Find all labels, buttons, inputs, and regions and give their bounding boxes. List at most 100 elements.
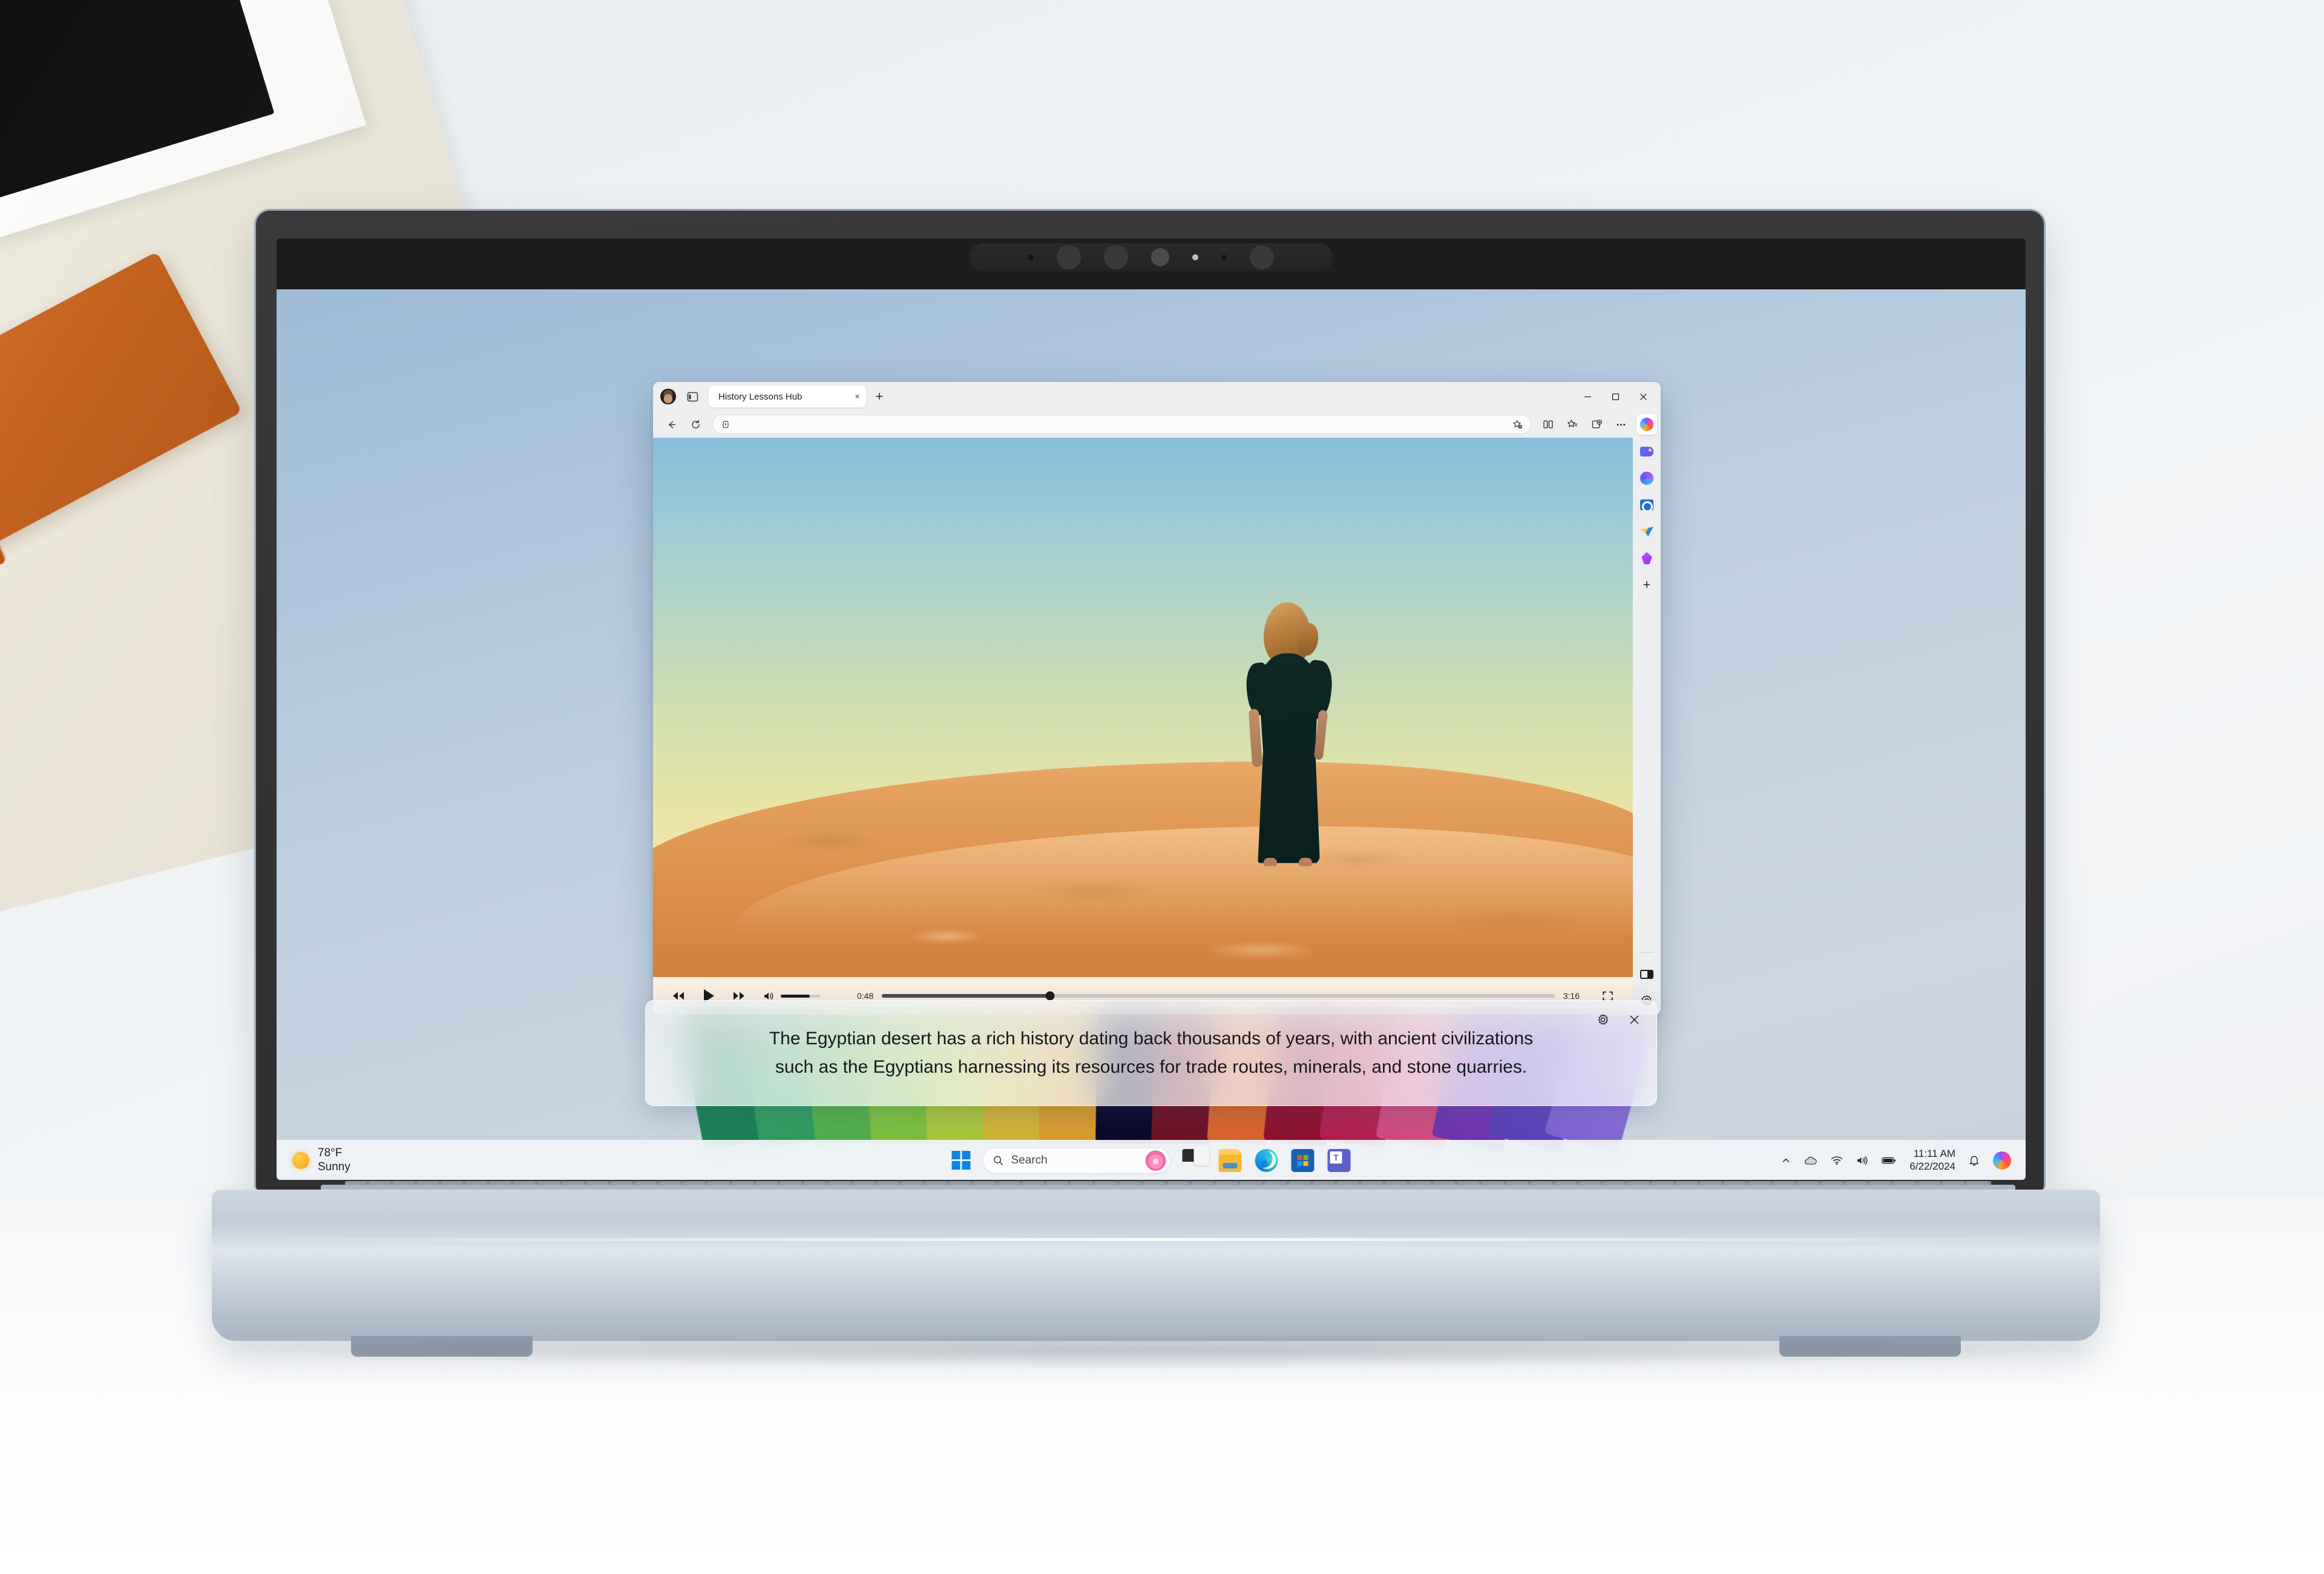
split-screen-icon[interactable] (1537, 414, 1559, 435)
microsoft-edge-icon[interactable] (1255, 1148, 1278, 1172)
taskbar-center: Search (951, 1145, 1351, 1173)
weather-condition: Sunny (318, 1160, 350, 1173)
laptop: History Lessons Hub × + 0:48 3:16 + The … (212, 209, 2100, 1389)
copilot-icon[interactable] (1993, 1151, 2011, 1170)
ir-sensor (1057, 245, 1081, 269)
refresh-icon[interactable] (684, 414, 706, 435)
clock-date: 6/22/2024 (1909, 1160, 1955, 1172)
address-toolbar (653, 411, 1661, 438)
shopping-tag-icon[interactable] (1639, 444, 1655, 459)
person-arm-left (1248, 708, 1263, 768)
edge-sidebar: + (1633, 438, 1661, 1015)
outlook-icon[interactable] (1639, 497, 1655, 513)
volume-fill (781, 994, 810, 998)
task-view-icon[interactable] (1182, 1145, 1210, 1172)
current-time: 0:48 (857, 991, 874, 1001)
laptop-base (212, 1190, 2100, 1357)
close-window-button[interactable] (1629, 383, 1657, 410)
weather-widget[interactable]: 78°F Sunny (292, 1147, 350, 1174)
copilot-icon[interactable] (1636, 414, 1657, 435)
camera-led (1192, 254, 1198, 260)
person-dress (1258, 653, 1320, 863)
volume-icon[interactable] (763, 991, 775, 1001)
browser-essentials-icon[interactable] (1639, 966, 1655, 982)
tab-strip: History Lessons Hub × + (653, 382, 1661, 411)
live-captions-panel[interactable]: The Egyptian desert has a rich history d… (645, 1000, 1657, 1106)
person-foot-right (1299, 858, 1313, 867)
close-tab-icon[interactable]: × (855, 392, 860, 402)
video-frame[interactable] (653, 438, 1633, 977)
collections-icon[interactable] (1586, 414, 1607, 435)
add-sidebar-app-icon[interactable]: + (1639, 577, 1655, 593)
caption-close-icon[interactable] (1625, 1010, 1643, 1029)
site-information-icon[interactable] (719, 418, 732, 431)
volume-icon[interactable] (1856, 1156, 1868, 1165)
taskbar: 78°F Sunny Search T 11:11 AM 6/22/2024 (277, 1140, 2026, 1180)
add-favorite-icon[interactable] (1510, 417, 1525, 432)
tab-actions-icon[interactable] (684, 389, 700, 404)
dune-texture (653, 750, 1633, 977)
settings-and-more-icon[interactable] (1610, 414, 1632, 435)
volume-control[interactable] (763, 991, 821, 1001)
laptop-shadow (230, 1332, 2094, 1368)
back-icon[interactable] (660, 414, 682, 435)
new-tab-icon[interactable]: + (871, 388, 888, 405)
sun-icon (292, 1151, 309, 1169)
sidebar-divider (1640, 952, 1654, 953)
video-player[interactable]: 0:48 3:16 (653, 438, 1633, 1015)
system-tray: 11:11 AM 6/22/2024 (1781, 1148, 2011, 1173)
browser-tab[interactable]: History Lessons Hub × (709, 386, 866, 407)
screen: History Lessons Hub × + 0:48 3:16 + The … (277, 289, 2026, 1180)
ir-emitter (1104, 245, 1128, 269)
seek-handle[interactable] (1045, 991, 1055, 1001)
bell-icon[interactable] (1969, 1154, 1980, 1166)
seek-bar[interactable] (882, 991, 1555, 1001)
file-explorer-icon[interactable] (1218, 1148, 1242, 1172)
tray-overflow-icon[interactable] (1781, 1156, 1791, 1165)
battery-icon[interactable] (1882, 1156, 1896, 1165)
laptop-display-panel: History Lessons Hub × + 0:48 3:16 + The … (277, 239, 2026, 1180)
lotus-icon[interactable] (1145, 1150, 1166, 1171)
avatar[interactable] (660, 389, 676, 404)
tab-title: History Lessons Hub (718, 391, 803, 402)
clock[interactable]: 11:11 AM 6/22/2024 (1909, 1148, 1955, 1173)
search-input[interactable]: Search (982, 1147, 1170, 1173)
window-controls (1574, 382, 1657, 411)
laptop-lid: History Lessons Hub × + 0:48 3:16 + The … (254, 209, 2046, 1190)
seek-progress (882, 994, 1051, 998)
browser-content: 0:48 3:16 + (653, 438, 1661, 1015)
favorites-icon[interactable] (1561, 414, 1583, 435)
maximize-button[interactable] (1601, 383, 1629, 410)
microsoft-365-icon[interactable] (1639, 470, 1655, 486)
microphone-dot (1028, 254, 1034, 260)
webcam-module (970, 243, 1333, 271)
photo-scene: History Lessons Hub × + 0:48 3:16 + The … (0, 0, 2324, 1574)
volume-slider[interactable] (781, 994, 821, 998)
person-figure (1242, 602, 1335, 867)
edge-browser-window[interactable]: History Lessons Hub × + 0:48 3:16 + (653, 382, 1661, 1015)
onedrive-icon[interactable] (1804, 1156, 1817, 1165)
search-placeholder: Search (1011, 1153, 1048, 1167)
start-button[interactable] (951, 1151, 971, 1170)
copilot-swirl (1640, 418, 1653, 431)
microphone-dot-2 (1221, 254, 1227, 260)
caption-settings-icon[interactable] (1594, 1010, 1612, 1029)
windows-desktop[interactable]: History Lessons Hub × + 0:48 3:16 + The … (277, 289, 2026, 1180)
send-icon[interactable] (1639, 524, 1655, 539)
games-icon[interactable] (1639, 550, 1655, 566)
person-foot-left (1264, 858, 1278, 867)
address-bar[interactable] (712, 415, 1531, 434)
caption-actions (1594, 1010, 1643, 1029)
taskbar-apps (1182, 1145, 1351, 1172)
search-icon (993, 1155, 1004, 1166)
minimize-button[interactable] (1574, 383, 1601, 410)
clock-time: 11:11 AM (1913, 1147, 1955, 1159)
duration: 3:16 (1563, 991, 1580, 1001)
weather-temperature: 78°F (318, 1147, 343, 1160)
microsoft-store-icon[interactable] (1291, 1148, 1315, 1172)
caption-text: The Egyptian desert has a rich history d… (769, 1029, 1534, 1077)
wifi-icon[interactable] (1831, 1156, 1843, 1165)
ambient-light-sensor (1250, 245, 1274, 269)
camera-lens-icon (1151, 248, 1169, 266)
microsoft-teams-icon[interactable] (1327, 1148, 1351, 1172)
